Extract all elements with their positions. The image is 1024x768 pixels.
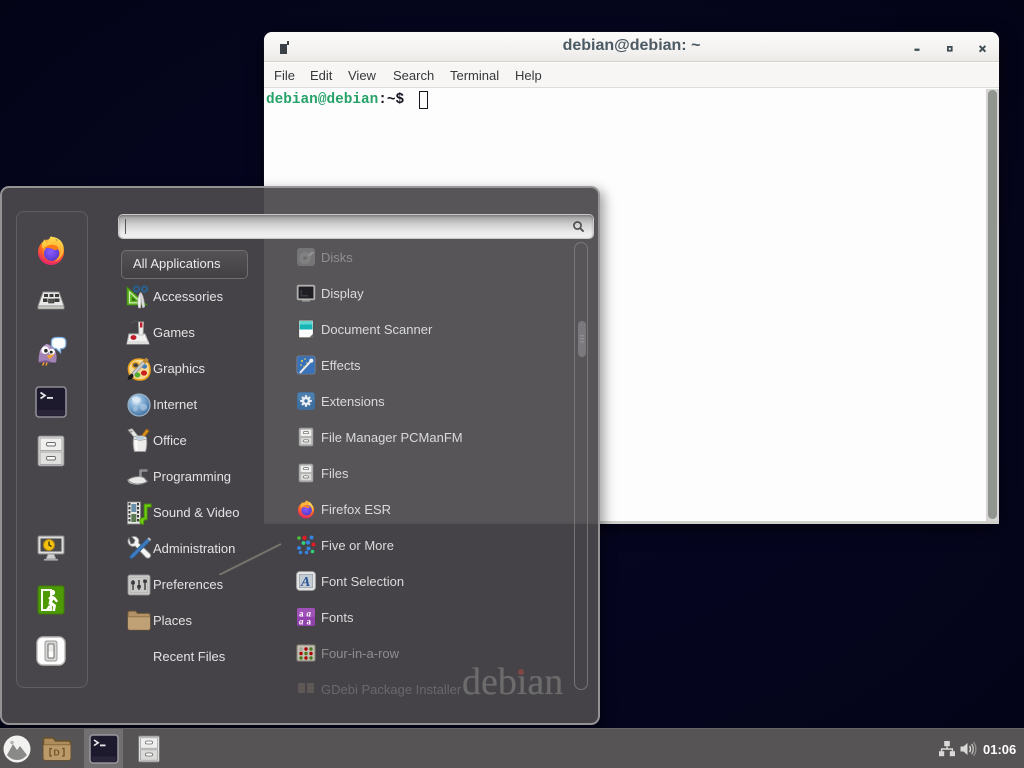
svg-text:a: a [299, 617, 304, 627]
svg-text:A: A [300, 575, 310, 590]
svg-text:a: a [307, 617, 312, 627]
svg-text:D: D [54, 748, 60, 758]
